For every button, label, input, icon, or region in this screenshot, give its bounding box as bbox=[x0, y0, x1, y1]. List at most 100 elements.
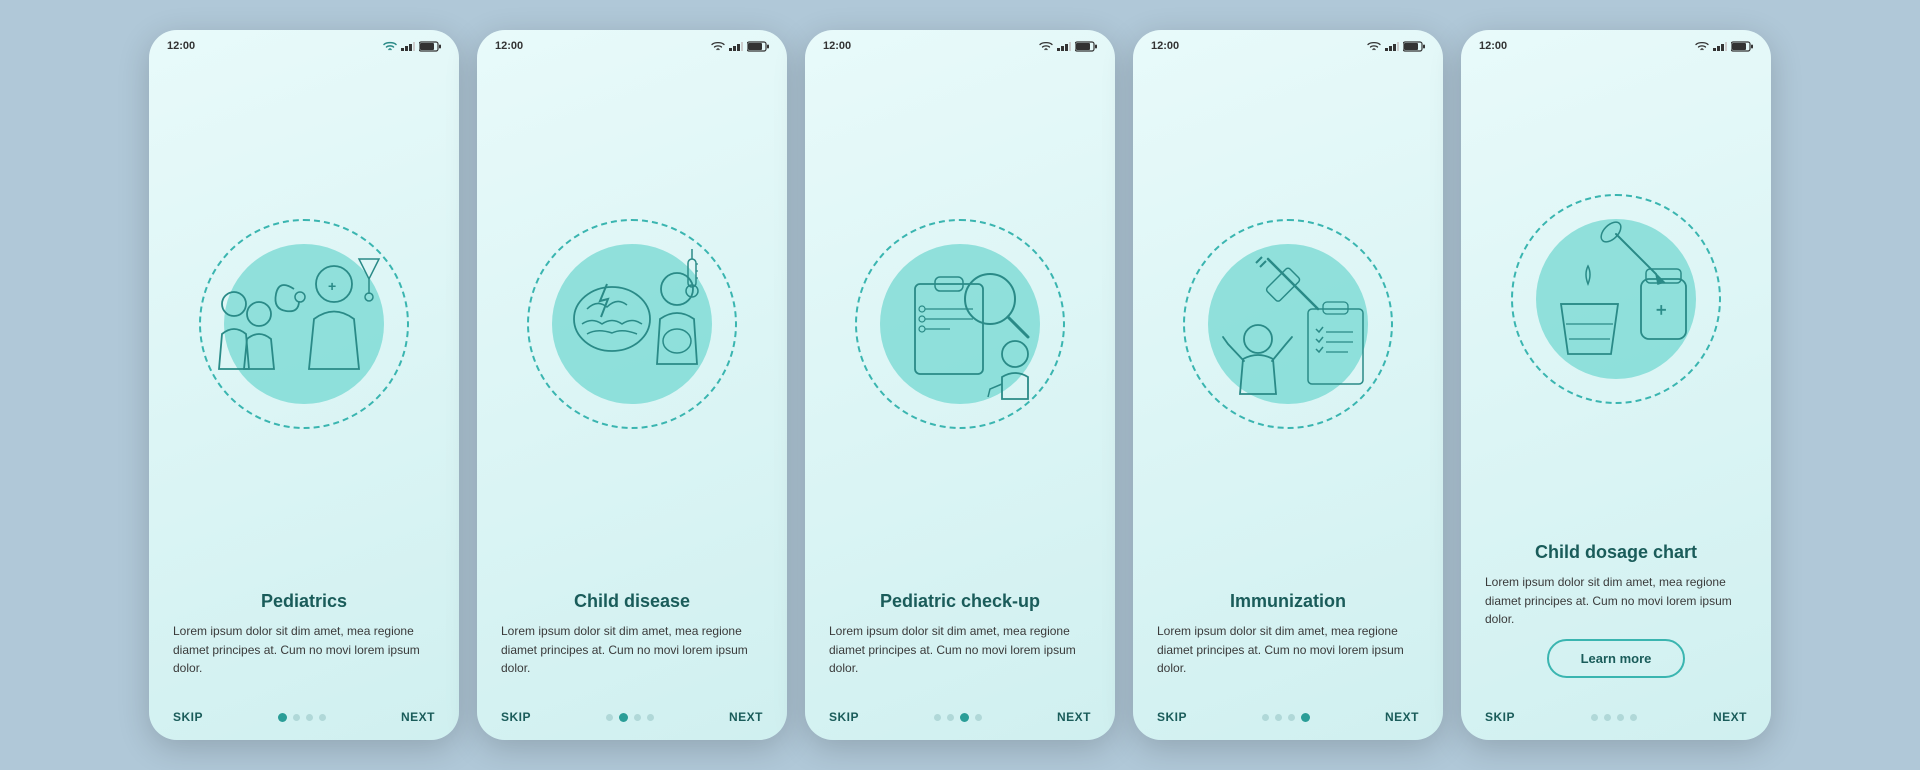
bottom-nav-3: SKIP NEXT bbox=[805, 700, 1115, 740]
dots-1 bbox=[278, 713, 326, 722]
checkup-illustration bbox=[860, 229, 1060, 419]
content-pediatrics: Pediatrics Lorem ipsum dolor sit dim ame… bbox=[149, 590, 459, 700]
dot-2-4 bbox=[647, 714, 654, 721]
illustration-pediatrics: + bbox=[149, 58, 459, 590]
status-icons-1 bbox=[383, 41, 441, 52]
dot-5-3 bbox=[1617, 714, 1624, 721]
bottom-nav-5: SKIP NEXT bbox=[1461, 700, 1771, 740]
dot-5-1 bbox=[1591, 714, 1598, 721]
screen-checkup: 12:00 bbox=[805, 30, 1115, 740]
body-child-disease: Lorem ipsum dolor sit dim amet, mea regi… bbox=[501, 622, 763, 678]
time-1: 12:00 bbox=[167, 40, 195, 52]
next-btn-4[interactable]: NEXT bbox=[1385, 710, 1419, 724]
wifi-icon bbox=[383, 41, 397, 51]
dot-4-1 bbox=[1262, 714, 1269, 721]
battery-icon-2 bbox=[747, 41, 769, 52]
skip-btn-4[interactable]: SKIP bbox=[1157, 710, 1187, 724]
signal-icon-4 bbox=[1385, 41, 1399, 51]
dots-4 bbox=[1262, 713, 1310, 722]
skip-btn-1[interactable]: SKIP bbox=[173, 710, 203, 724]
dot-1-3 bbox=[306, 714, 313, 721]
dots-3 bbox=[934, 713, 982, 722]
dot-1-4 bbox=[319, 714, 326, 721]
status-bar-4: 12:00 bbox=[1133, 30, 1443, 58]
dot-4-3 bbox=[1288, 714, 1295, 721]
content-immunization: Immunization Lorem ipsum dolor sit dim a… bbox=[1133, 590, 1443, 700]
dots-5 bbox=[1591, 714, 1637, 721]
title-checkup: Pediatric check-up bbox=[829, 590, 1091, 613]
title-immunization: Immunization bbox=[1157, 590, 1419, 613]
body-checkup: Lorem ipsum dolor sit dim amet, mea regi… bbox=[829, 622, 1091, 678]
status-bar-1: 12:00 bbox=[149, 30, 459, 58]
battery-icon-3 bbox=[1075, 41, 1097, 52]
svg-text:+: + bbox=[1656, 300, 1667, 320]
status-icons-5 bbox=[1695, 41, 1753, 52]
dot-4-4 bbox=[1301, 713, 1310, 722]
status-icons-2 bbox=[711, 41, 769, 52]
status-bar-3: 12:00 bbox=[805, 30, 1115, 58]
dot-3-3 bbox=[960, 713, 969, 722]
pediatrics-illustration: + bbox=[204, 229, 404, 419]
dot-2-1 bbox=[606, 714, 613, 721]
content-child-disease: Child disease Lorem ipsum dolor sit dim … bbox=[477, 590, 787, 700]
illustration-child-disease bbox=[477, 58, 787, 590]
signal-icon-5 bbox=[1713, 41, 1727, 51]
dot-3-4 bbox=[975, 714, 982, 721]
skip-btn-5[interactable]: SKIP bbox=[1485, 710, 1515, 724]
immunization-illustration bbox=[1188, 229, 1388, 419]
body-pediatrics: Lorem ipsum dolor sit dim amet, mea regi… bbox=[173, 622, 435, 678]
battery-icon bbox=[419, 41, 441, 52]
dosage-illustration: + bbox=[1516, 204, 1716, 394]
content-dosage: Child dosage chart Lorem ipsum dolor sit… bbox=[1461, 541, 1771, 700]
skip-btn-3[interactable]: SKIP bbox=[829, 710, 859, 724]
signal-icon-3 bbox=[1057, 41, 1071, 51]
learn-more-button[interactable]: Learn more bbox=[1547, 639, 1686, 678]
time-5: 12:00 bbox=[1479, 40, 1507, 52]
wifi-icon-3 bbox=[1039, 41, 1053, 51]
signal-icon-2 bbox=[729, 41, 743, 51]
dot-2-3 bbox=[634, 714, 641, 721]
dot-5-2 bbox=[1604, 714, 1611, 721]
child-disease-illustration bbox=[532, 229, 732, 419]
signal-icon bbox=[401, 41, 415, 51]
time-3: 12:00 bbox=[823, 40, 851, 52]
dot-1-1 bbox=[278, 713, 287, 722]
next-btn-3[interactable]: NEXT bbox=[1057, 710, 1091, 724]
screen-child-disease: 12:00 bbox=[477, 30, 787, 740]
status-bar-5: 12:00 bbox=[1461, 30, 1771, 58]
dot-1-2 bbox=[293, 714, 300, 721]
screen-pediatrics: 12:00 bbox=[149, 30, 459, 740]
bottom-nav-1: SKIP NEXT bbox=[149, 700, 459, 740]
dot-5-4 bbox=[1630, 714, 1637, 721]
dot-4-2 bbox=[1275, 714, 1282, 721]
time-4: 12:00 bbox=[1151, 40, 1179, 52]
bottom-nav-4: SKIP NEXT bbox=[1133, 700, 1443, 740]
battery-icon-4 bbox=[1403, 41, 1425, 52]
screens-container: 12:00 bbox=[149, 30, 1771, 740]
illustration-immunization bbox=[1133, 58, 1443, 590]
skip-btn-2[interactable]: SKIP bbox=[501, 710, 531, 724]
illustration-dosage: + bbox=[1461, 58, 1771, 541]
status-bar-2: 12:00 bbox=[477, 30, 787, 58]
wifi-icon-4 bbox=[1367, 41, 1381, 51]
title-child-disease: Child disease bbox=[501, 590, 763, 613]
bottom-nav-2: SKIP NEXT bbox=[477, 700, 787, 740]
wifi-icon-2 bbox=[711, 41, 725, 51]
battery-icon-5 bbox=[1731, 41, 1753, 52]
dot-3-1 bbox=[934, 714, 941, 721]
status-icons-3 bbox=[1039, 41, 1097, 52]
status-icons-4 bbox=[1367, 41, 1425, 52]
time-2: 12:00 bbox=[495, 40, 523, 52]
next-btn-1[interactable]: NEXT bbox=[401, 710, 435, 724]
screen-immunization: 12:00 bbox=[1133, 30, 1443, 740]
svg-text:+: + bbox=[328, 278, 336, 294]
dots-2 bbox=[606, 713, 654, 722]
body-dosage: Lorem ipsum dolor sit dim amet, mea regi… bbox=[1485, 573, 1747, 629]
wifi-icon-5 bbox=[1695, 41, 1709, 51]
dot-2-2 bbox=[619, 713, 628, 722]
illustration-checkup bbox=[805, 58, 1115, 590]
next-btn-5[interactable]: NEXT bbox=[1713, 710, 1747, 724]
next-btn-2[interactable]: NEXT bbox=[729, 710, 763, 724]
screen-dosage: 12:00 bbox=[1461, 30, 1771, 740]
title-dosage: Child dosage chart bbox=[1485, 541, 1747, 564]
